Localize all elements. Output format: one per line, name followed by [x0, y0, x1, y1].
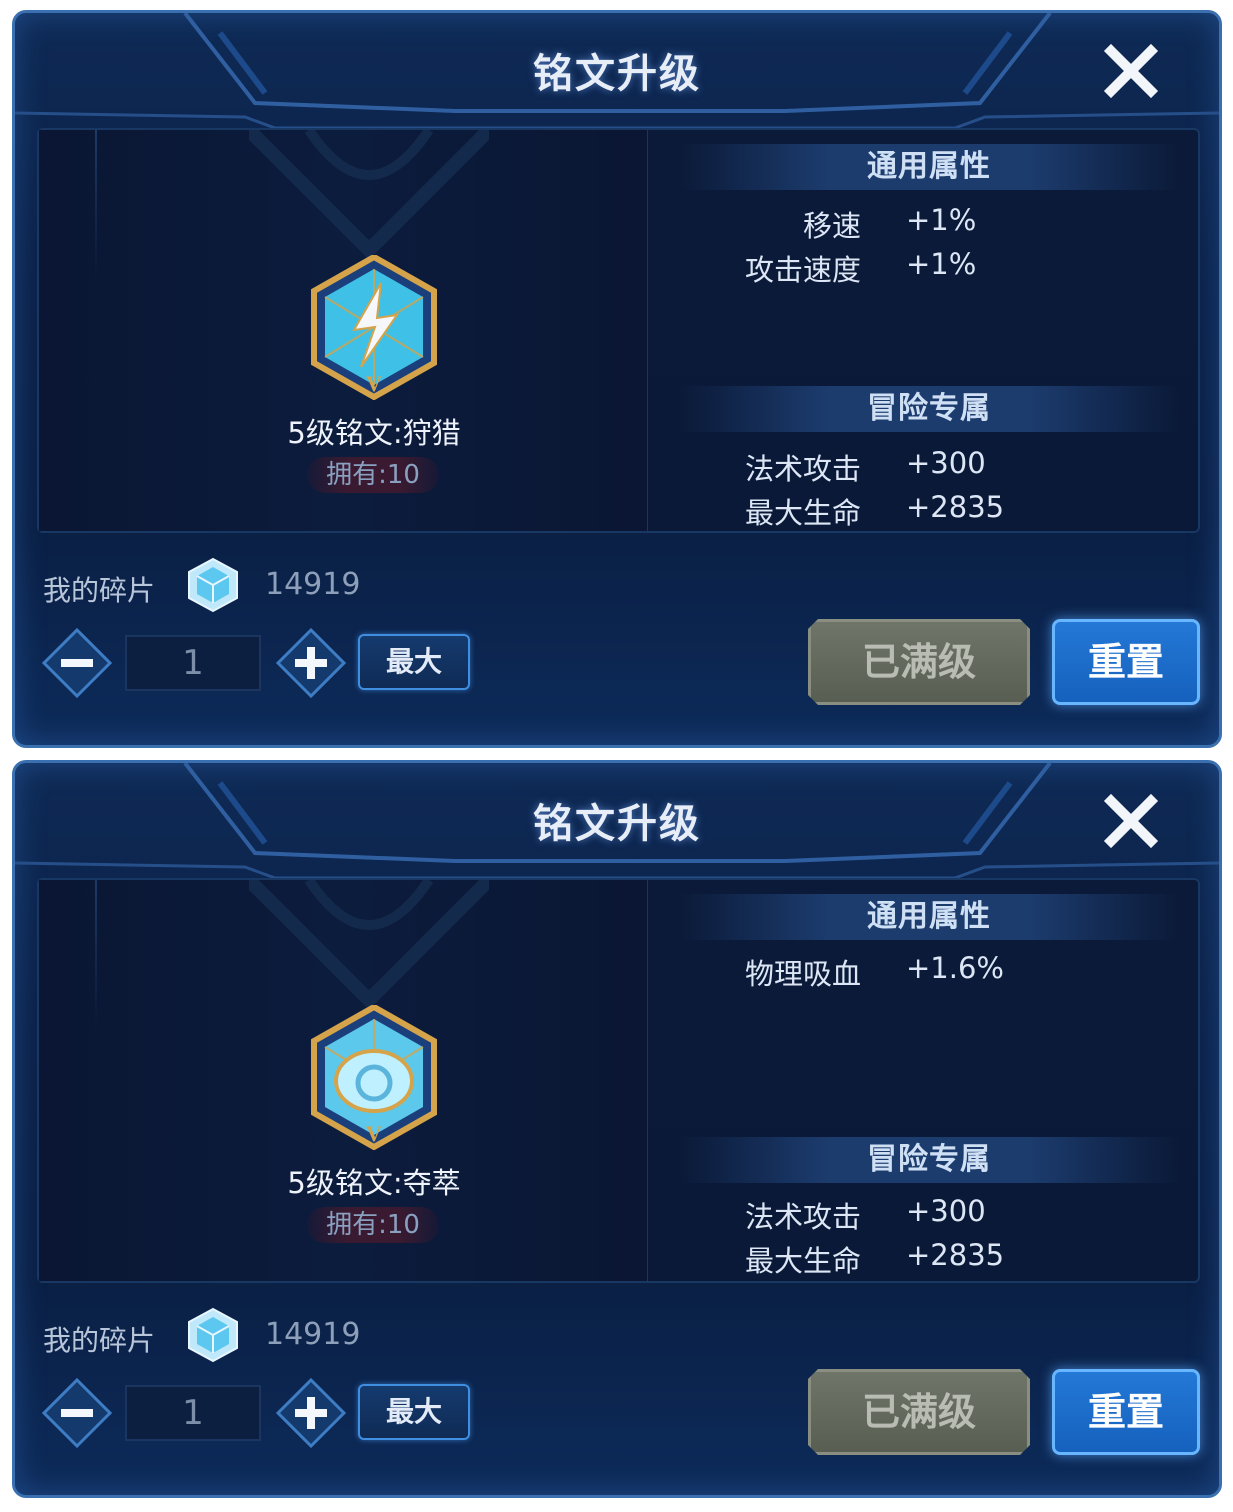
- attr-label: 最大生命: [744, 1244, 861, 1278]
- rune-preview-area: V 5级铭文:夺萃 拥有:10: [39, 880, 648, 1281]
- attr-row: 法术攻击 +300: [679, 1194, 1179, 1234]
- attr-row: 最大生命 +2835: [679, 490, 1179, 530]
- adventure-attributes-heading: 冒险专属: [679, 1137, 1179, 1183]
- fragments-count: 14919: [265, 1317, 361, 1352]
- attr-row: 法术攻击 +300: [679, 446, 1179, 486]
- fragments-count: 14919: [265, 567, 361, 602]
- panel-title: 铭文升级: [533, 51, 701, 97]
- max-level-button: 已满级: [808, 1369, 1030, 1455]
- orb-rune-icon: V: [311, 1005, 437, 1150]
- adventure-attributes-heading: 冒险专属: [679, 386, 1179, 432]
- attr-label: 物理吸血: [744, 957, 861, 991]
- owned-count-badge: 拥有:10: [307, 457, 439, 493]
- reset-button[interactable]: 重置: [1052, 1369, 1200, 1455]
- attr-label: 最大生命: [744, 496, 861, 530]
- attr-row: 物理吸血 +1.6%: [679, 951, 1179, 991]
- quantity-field[interactable]: 1: [125, 635, 261, 691]
- general-attributes-heading: 通用属性: [679, 144, 1179, 190]
- attr-label: 法术攻击: [744, 452, 861, 486]
- rune-upgrade-panel: 铭文升级 V 5级铭文:狩猎 拥有:10 通用属性 移速 +1% 攻击速度 +1…: [12, 10, 1222, 748]
- attr-label: 法术攻击: [744, 1200, 861, 1234]
- rune-detail-box: V 5级铭文:夺萃 拥有:10 通用属性 物理吸血 +1.6% 冒险专属 法术攻…: [37, 878, 1200, 1283]
- crystal-icon: [188, 557, 238, 613]
- attr-label: 移速: [802, 209, 861, 243]
- attr-label: 攻击速度: [744, 253, 861, 287]
- rune-name: 5级铭文:狩猎: [287, 416, 461, 450]
- attr-value: +2835: [906, 490, 1005, 524]
- svg-text:V: V: [366, 371, 382, 396]
- crystal-icon: [188, 1307, 238, 1363]
- increase-quantity-button[interactable]: [275, 1377, 347, 1449]
- attr-value: +1.6%: [906, 951, 1004, 985]
- general-attributes-heading: 通用属性: [679, 894, 1179, 940]
- attr-value: +1%: [906, 203, 977, 237]
- close-icon[interactable]: [1101, 791, 1161, 851]
- lightning-rune-icon: V: [311, 255, 437, 400]
- increase-quantity-button[interactable]: [275, 627, 347, 699]
- quantity-field[interactable]: 1: [125, 1385, 261, 1441]
- reset-button[interactable]: 重置: [1052, 619, 1200, 705]
- attr-row: 最大生命 +2835: [679, 1238, 1179, 1278]
- owned-count-badge: 拥有:10: [307, 1207, 439, 1243]
- rune-detail-box: V 5级铭文:狩猎 拥有:10 通用属性 移速 +1% 攻击速度 +1% 冒险专…: [37, 128, 1200, 533]
- svg-text:V: V: [366, 1121, 382, 1146]
- attr-value: +2835: [906, 1238, 1005, 1272]
- decrease-quantity-button[interactable]: [41, 627, 113, 699]
- attr-value: +300: [906, 1194, 986, 1228]
- close-icon[interactable]: [1101, 41, 1161, 101]
- attr-row: 攻击速度 +1%: [679, 247, 1179, 287]
- rune-upgrade-panel: 铭文升级 V 5级铭文:夺萃 拥有:10 通用属性 物理吸血 +1.6% 冒险专…: [12, 760, 1222, 1498]
- attr-value: +300: [906, 446, 986, 480]
- attr-value: +1%: [906, 247, 977, 281]
- max-level-button: 已满级: [808, 619, 1030, 705]
- preview-ornament: [249, 130, 489, 260]
- fragments-label: 我的碎片: [43, 574, 156, 607]
- attr-row: 移速 +1%: [679, 203, 1179, 243]
- fragments-label: 我的碎片: [43, 1324, 156, 1357]
- rune-name: 5级铭文:夺萃: [287, 1166, 461, 1200]
- panel-title: 铭文升级: [533, 801, 701, 847]
- max-quantity-button[interactable]: 最大: [358, 634, 470, 690]
- max-quantity-button[interactable]: 最大: [358, 1384, 470, 1440]
- decrease-quantity-button[interactable]: [41, 1377, 113, 1449]
- preview-ornament: [249, 880, 489, 1010]
- rune-preview-area: V 5级铭文:狩猎 拥有:10: [39, 130, 648, 531]
